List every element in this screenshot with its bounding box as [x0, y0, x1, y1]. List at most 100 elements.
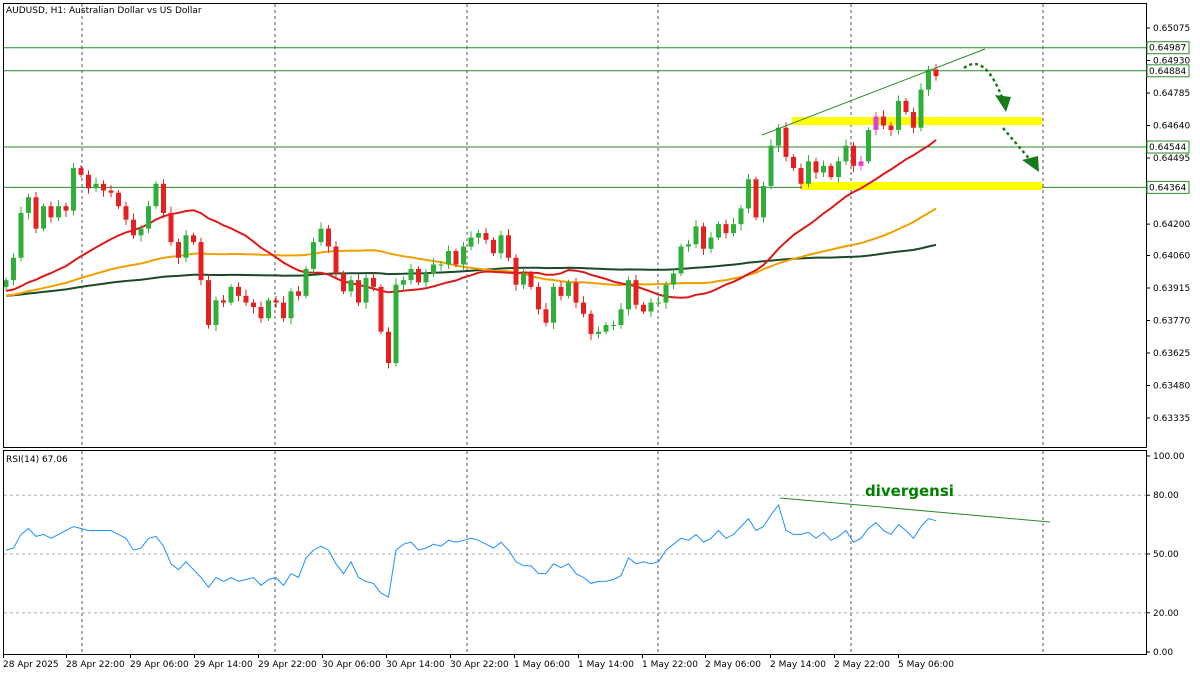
candle-body — [918, 89, 924, 128]
candle-body — [453, 251, 459, 265]
trading-chart: 0.650750.649300.647850.646400.644950.643… — [0, 0, 1200, 675]
candle-body — [93, 183, 99, 189]
candle-body — [303, 268, 309, 296]
candle-body — [483, 233, 489, 240]
candle-body — [468, 237, 474, 247]
candle-body — [281, 302, 286, 319]
time-tick-label: 1 May 14:00 — [578, 660, 634, 670]
candle-body — [18, 212, 24, 258]
candle-body — [213, 300, 219, 325]
candle-body — [836, 161, 841, 178]
candle-body — [138, 228, 144, 236]
candle-body — [543, 309, 549, 323]
candle-body — [536, 286, 541, 310]
price-level-label: 0.64544 — [1149, 143, 1186, 153]
candle-body — [438, 264, 444, 266]
time-tick-label: 28 Apr 22:00 — [66, 660, 125, 670]
price-tick-label: 0.65075 — [1153, 24, 1190, 34]
rsi-tick-label: 0.00 — [1153, 648, 1173, 658]
candle-body — [663, 284, 669, 303]
candle-body — [866, 129, 871, 162]
candle-body — [648, 302, 654, 312]
divergence-label: divergensi — [865, 482, 954, 500]
candle-body — [183, 235, 189, 258]
candle-body — [446, 251, 451, 265]
candle-body — [393, 284, 399, 364]
price-level-label: 0.64987 — [1149, 44, 1186, 54]
candle-body — [386, 331, 391, 364]
price-tick-label: 0.64060 — [1153, 252, 1190, 262]
candle-body — [843, 145, 849, 162]
candle-body — [738, 208, 744, 225]
time-tick-label: 29 Apr 14:00 — [194, 660, 253, 670]
time-tick-label: 30 Apr 22:00 — [450, 660, 509, 670]
candle-body — [618, 309, 624, 325]
candle-body — [251, 302, 256, 308]
candle-body — [768, 145, 774, 187]
candle-body — [161, 183, 166, 213]
candle-body — [33, 197, 39, 229]
time-tick-label: 1 May 06:00 — [514, 660, 570, 670]
candle-body — [363, 277, 369, 303]
candle-body — [551, 286, 556, 323]
candle-body — [791, 156, 796, 169]
candle-body — [296, 291, 301, 296]
candle-body — [723, 224, 729, 234]
candle-body — [221, 300, 226, 303]
time-tick-label: 5 May 06:00 — [898, 660, 954, 670]
candle-body — [776, 127, 781, 146]
candle-body — [198, 242, 204, 281]
candle-body — [491, 239, 496, 254]
candle-body — [596, 331, 601, 334]
candle-body — [558, 286, 564, 296]
candle-body — [56, 206, 61, 218]
candle-body — [26, 197, 31, 213]
candle-body — [641, 304, 646, 312]
candle-body — [633, 280, 639, 305]
time-tick-label: 30 Apr 06:00 — [322, 660, 381, 670]
price-tick-label: 0.64495 — [1153, 154, 1190, 164]
price-level-label: 0.64364 — [1149, 183, 1186, 193]
candle-body — [566, 282, 571, 296]
candle-body — [258, 307, 264, 319]
rsi-tick-label: 100.00 — [1153, 452, 1185, 462]
candle-body — [101, 183, 106, 191]
candle-body — [416, 268, 421, 283]
candle-body — [888, 125, 894, 130]
candle-body — [11, 257, 16, 281]
candle-body — [146, 206, 151, 229]
candle-body — [903, 100, 909, 113]
rsi-tick-label: 20.00 — [1153, 609, 1179, 619]
candle-body — [873, 116, 879, 130]
candle-body — [626, 280, 631, 310]
candle-body — [528, 273, 534, 287]
candle-body — [716, 224, 721, 238]
time-tick-label: 30 Apr 14:00 — [386, 660, 445, 670]
candle-body — [48, 206, 54, 218]
candle-body — [356, 280, 361, 303]
candle-body — [881, 116, 886, 126]
candle-body — [228, 286, 234, 303]
candle-body — [753, 179, 759, 218]
candle-body — [273, 300, 279, 303]
candle-body — [498, 235, 504, 254]
candle-body — [423, 273, 429, 283]
candle-body — [746, 179, 751, 209]
candle-body — [63, 206, 69, 211]
candle-body — [671, 273, 676, 285]
candle-body — [41, 206, 46, 229]
candle-body — [521, 273, 526, 285]
candle-body — [933, 69, 939, 77]
candle-body — [798, 168, 804, 184]
candle-body — [431, 264, 436, 274]
candle-body — [783, 127, 789, 157]
candle-body — [176, 242, 181, 258]
candle-body — [116, 192, 121, 207]
candle-body — [266, 300, 271, 319]
candle-body — [693, 226, 699, 245]
price-level-label: 0.64884 — [1149, 67, 1186, 77]
time-tick-label: 29 Apr 22:00 — [258, 660, 317, 670]
candle-body — [288, 291, 294, 319]
candle-body — [311, 242, 316, 269]
candle-body — [701, 226, 706, 249]
